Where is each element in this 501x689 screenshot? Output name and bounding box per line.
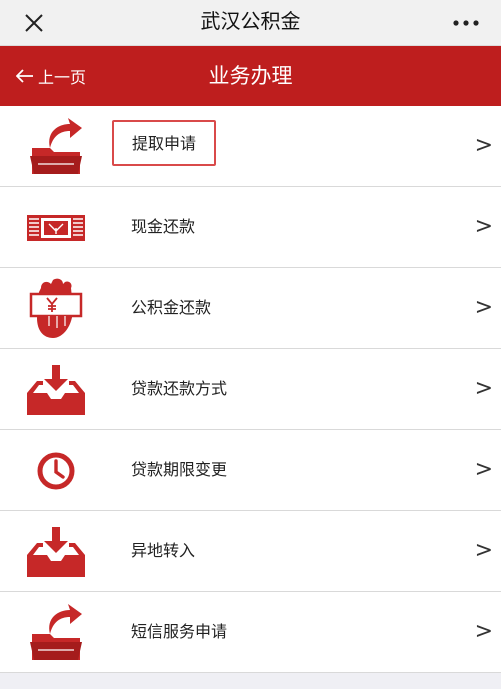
close-icon bbox=[25, 14, 43, 32]
menu-item-label: 贷款期限变更 bbox=[131, 460, 228, 479]
back-button[interactable]: 上一页 bbox=[16, 46, 86, 106]
chevron-right-icon: > bbox=[474, 538, 493, 563]
menu-item-loan-repayment-method[interactable]: 贷款还款方式 > bbox=[0, 349, 501, 430]
menu-item-label: 公积金还款 bbox=[131, 298, 212, 317]
inbox-download-icon bbox=[22, 349, 90, 430]
hand-yuan-icon bbox=[22, 268, 90, 349]
chevron-right-icon: > bbox=[474, 376, 493, 401]
page-header: 上一页 业务办理 bbox=[0, 46, 501, 106]
menu-item-label: 异地转入 bbox=[131, 541, 196, 560]
service-menu: 提取申请 > 现金还款 > 公积金还款 > 贷款还款方式 > 贷款期限变更 > … bbox=[0, 106, 501, 673]
chevron-right-icon: > bbox=[474, 457, 493, 482]
chevron-right-icon: > bbox=[474, 619, 493, 644]
clock-icon bbox=[22, 430, 90, 511]
menu-item-label: 现金还款 bbox=[131, 217, 196, 236]
cash-stack-icon bbox=[22, 187, 90, 268]
menu-item-label: 短信服务申请 bbox=[131, 622, 228, 641]
menu-item-fund-repayment[interactable]: 公积金还款 > bbox=[0, 268, 501, 349]
chevron-right-icon: > bbox=[474, 214, 493, 239]
inbox-download-icon bbox=[22, 511, 90, 592]
arrow-left-icon bbox=[16, 69, 33, 83]
back-label: 上一页 bbox=[38, 68, 87, 87]
menu-item-remote-transfer-in[interactable]: 异地转入 > bbox=[0, 511, 501, 592]
menu-item-sms-service-application[interactable]: 短信服务申请 > bbox=[0, 592, 501, 673]
close-button[interactable] bbox=[20, 9, 48, 37]
window-title: 武汉公积金 bbox=[200, 9, 301, 33]
menu-item-label: 贷款还款方式 bbox=[131, 379, 228, 398]
menu-item-cash-repayment[interactable]: 现金还款 > bbox=[0, 187, 501, 268]
chevron-right-icon: > bbox=[474, 295, 493, 320]
more-icon bbox=[453, 20, 479, 26]
folder-out-icon bbox=[22, 592, 90, 673]
more-button[interactable] bbox=[451, 9, 481, 37]
menu-item-loan-term-change[interactable]: 贷款期限变更 > bbox=[0, 430, 501, 511]
chevron-right-icon: > bbox=[474, 133, 493, 158]
menu-item-label: 提取申请 bbox=[112, 120, 217, 166]
wechat-title-bar: 武汉公积金 bbox=[0, 0, 501, 46]
menu-item-withdrawal-application[interactable]: 提取申请 > bbox=[0, 106, 501, 187]
folder-out-icon bbox=[22, 106, 90, 187]
